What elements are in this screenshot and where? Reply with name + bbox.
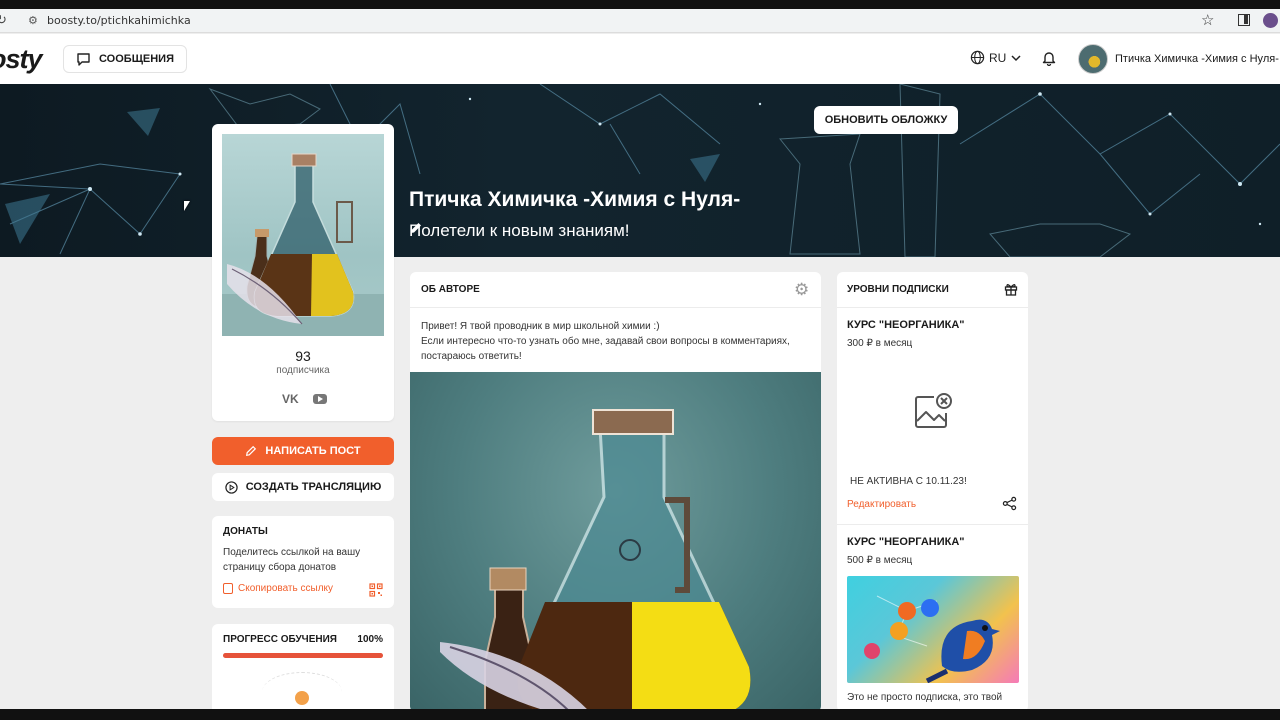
blog-title: Птичка Химичка -Химия с Нуля- (409, 188, 741, 211)
user-name: Птичка Химичка -Химия с Нуля- (1115, 53, 1279, 65)
vk-icon[interactable]: VK (282, 392, 299, 406)
qr-code-icon[interactable] (369, 583, 383, 597)
about-author-card: ОБ АВТОРЕ ⚙ Привет! Я твой проводник в м… (410, 272, 821, 712)
bookmark-star-icon[interactable]: ☆ (1201, 11, 1214, 29)
tier-1-status: НЕ АКТИВНА С 10.11.23! (850, 476, 967, 487)
boosty-logo[interactable]: osty (0, 44, 43, 75)
share-icon[interactable] (1002, 496, 1017, 511)
create-stream-label: СОЗДАТЬ ТРАНСЛЯЦИЮ (245, 481, 382, 493)
gear-icon[interactable]: ⚙ (794, 281, 809, 298)
write-post-label: НАПИСАТЬ ПОСТ (265, 445, 361, 457)
progress-illustration (262, 672, 342, 712)
chat-icon (77, 53, 90, 66)
subscribers-label: подписчика (276, 365, 330, 376)
copy-link-button[interactable]: Скопировать ссылку (223, 583, 333, 594)
cover-banner: ОБНОВИТЬ ОБЛОЖКУ Птичка Химичка -Химия с… (0, 84, 1280, 257)
browser-profile-avatar[interactable] (1263, 13, 1278, 28)
progress-title: ПРОГРЕСС ОБУЧЕНИЯ (223, 634, 337, 645)
about-line-1: Привет! Я твой проводник в мир школьной … (421, 321, 660, 332)
social-links: VK (282, 392, 327, 406)
about-image (410, 372, 821, 712)
gift-icon[interactable] (1004, 282, 1018, 296)
user-menu[interactable]: Птичка Химичка -Химия с Нуля- (1078, 44, 1279, 74)
profile-card: 93 подписчика VK (212, 124, 394, 421)
write-post-button[interactable]: НАПИСАТЬ ПОСТ (212, 437, 394, 465)
update-cover-button[interactable]: ОБНОВИТЬ ОБЛОЖКУ (814, 106, 958, 134)
progress-bar-fill (223, 653, 383, 658)
tier-1-name: КУРС "НЕОРГАНИКА" (847, 319, 965, 331)
progress-bar (223, 653, 383, 658)
tier-2-description: Это не просто подписка, это твой (847, 692, 1003, 703)
levels-header: УРОВНИ ПОДПИСКИ (837, 272, 1028, 308)
blog-subtitle: Полетели к новым знаниям! (409, 221, 630, 241)
about-line-2: Если интересно что-то узнать обо мне, за… (421, 336, 790, 362)
learning-progress-card: ПРОГРЕСС ОБУЧЕНИЯ 100% (212, 624, 394, 714)
chevron-down-icon (1011, 54, 1021, 61)
tier-2-name: КУРС "НЕОРГАНИКА" (847, 536, 965, 548)
page: ↻ ⚙ boosty.to/ptichkahimichka ☆ osty СОО… (0, 0, 1280, 720)
user-avatar (1078, 44, 1108, 74)
tier-divider (837, 524, 1028, 525)
messages-button[interactable]: СООБЩЕНИЯ (63, 45, 187, 73)
site-info-icon[interactable]: ⚙ (28, 14, 38, 27)
language-selector[interactable]: RU (970, 50, 1022, 65)
site-header: osty СООБЩЕНИЯ RU Птичка Химичка -Химия … (0, 34, 1280, 84)
pencil-icon[interactable] (409, 221, 423, 235)
subscribers-count: 93 (295, 348, 311, 364)
about-title: ОБ АВТОРЕ (421, 284, 480, 295)
donations-text: Поделитесь ссылкой на вашу страницу сбор… (223, 547, 361, 573)
address-bar[interactable]: ↻ ⚙ boosty.to/ptichkahimichka ☆ (0, 9, 1280, 33)
create-stream-button[interactable]: СОЗДАТЬ ТРАНСЛЯЦИЮ (212, 473, 394, 501)
about-header: ОБ АВТОРЕ ⚙ (410, 272, 821, 308)
tier-2-image (847, 576, 1019, 683)
copy-icon (223, 583, 233, 594)
language-label: RU (989, 50, 1007, 65)
mouse-cursor (184, 201, 190, 211)
tier-1-edit-link[interactable]: Редактировать (847, 499, 916, 510)
cover-network-art (0, 84, 1280, 257)
play-circle-icon (225, 480, 238, 494)
side-panel-icon[interactable] (1238, 14, 1250, 26)
donations-title: ДОНАТЫ (223, 526, 268, 537)
donations-card: ДОНАТЫ Поделитесь ссылкой на вашу страни… (212, 516, 394, 608)
youtube-icon[interactable] (312, 394, 327, 404)
profile-avatar-image (222, 134, 384, 336)
tier-1-price: 300 ₽ в месяц (847, 338, 913, 349)
url-text[interactable]: boosty.to/ptichkahimichka (47, 14, 191, 27)
reload-icon[interactable]: ↻ (0, 12, 7, 28)
progress-percent: 100% (357, 634, 383, 645)
pencil-icon (246, 445, 257, 457)
no-image-icon (915, 393, 952, 428)
globe-icon (970, 50, 985, 65)
window-top-edge (0, 0, 1280, 9)
messages-label: СООБЩЕНИЯ (99, 53, 174, 65)
window-bottom-edge (0, 709, 1280, 720)
subscription-levels-card: УРОВНИ ПОДПИСКИ КУРС "НЕОРГАНИКА" 300 ₽ … (837, 272, 1028, 712)
tier-2-price: 500 ₽ в месяц (847, 555, 913, 566)
copy-link-label: Скопировать ссылку (238, 583, 334, 594)
subtitle-text: Полетели к новым знаниям! (409, 221, 630, 240)
notifications-bell-icon[interactable] (1042, 50, 1056, 71)
about-text: Привет! Я твой проводник в мир школьной … (421, 319, 811, 364)
levels-title: УРОВНИ ПОДПИСКИ (847, 284, 949, 295)
